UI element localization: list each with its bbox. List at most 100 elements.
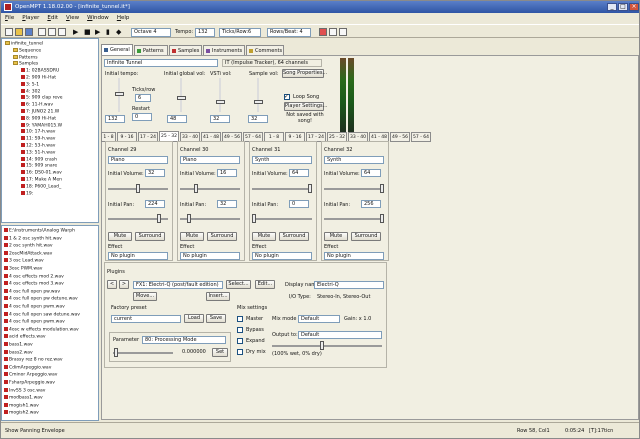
play-pattern-icon[interactable]: ▶ — [95, 28, 100, 37]
effect-plugin-select[interactable]: No plugin — [252, 252, 312, 260]
tree-item[interactable]: 18: P600_Lead_ — [21, 183, 61, 190]
parameter-slider[interactable] — [114, 348, 118, 357]
sample-vol-slider[interactable] — [254, 100, 263, 104]
ticks-row-field[interactable]: 6 — [135, 94, 151, 102]
channel-volume-slider[interactable] — [380, 184, 384, 193]
file-item[interactable]: 4 osc full open pwm.wav — [4, 319, 65, 326]
surround-button[interactable]: Surround — [135, 232, 165, 241]
prev-plugin-button[interactable]: < — [107, 280, 117, 289]
file-item[interactable]: E:\Instruments\Analog Warph — [4, 228, 75, 235]
file-item[interactable]: 4 osc effects mod 3.wav — [4, 281, 64, 288]
ticks-field[interactable]: Ticks/Row:6 — [219, 28, 261, 37]
octave-field[interactable]: Octave 4 — [131, 28, 171, 37]
tree-item[interactable]: 3: 5-1 — [21, 81, 39, 88]
tree-item[interactable]: 4: 302 — [21, 88, 40, 95]
tree-item[interactable]: 13: 51-h.wav — [21, 149, 55, 156]
set-parameter-button[interactable]: Set — [212, 348, 228, 357]
tree-item[interactable]: Samples — [13, 61, 38, 67]
settings-icon[interactable] — [339, 28, 347, 36]
preset-select[interactable]: current — [111, 315, 181, 323]
channel-pan-field[interactable]: 224 — [145, 200, 165, 208]
song-name-field[interactable]: Infinite Tunnel — [104, 59, 218, 67]
tree-item[interactable]: 2: 909 Hi-Hat — [21, 75, 56, 81]
tree-item[interactable]: 1: 02BASSDRU — [21, 68, 59, 74]
tree-item[interactable]: Patterns — [13, 54, 38, 61]
tree-item[interactable]: 15: 909 snare — [21, 163, 57, 169]
insert-plugin-button[interactable]: Insert... — [206, 292, 230, 301]
tree-item[interactable]: Sequence — [13, 47, 41, 54]
restart-field[interactable]: 0 — [132, 113, 152, 121]
cut-icon[interactable] — [38, 28, 46, 36]
edit-plugin-button[interactable]: Edit... — [255, 280, 275, 289]
channel-tab[interactable]: 49 - 56 — [390, 132, 410, 142]
tempo-value-field[interactable]: 132 — [105, 115, 125, 123]
surround-button[interactable]: Surround — [351, 232, 381, 241]
tree-item[interactable]: 9: YAMAH015.W — [21, 122, 62, 129]
mute-button[interactable]: Mute — [108, 232, 132, 241]
surround-button[interactable]: Surround — [279, 232, 309, 241]
load-preset-button[interactable]: Load — [184, 314, 204, 323]
copy-icon[interactable] — [48, 28, 56, 36]
minimize-button[interactable]: _ — [607, 3, 617, 11]
file-item[interactable]: acid effects.wav — [4, 334, 46, 341]
save-icon[interactable] — [25, 28, 33, 36]
menu-player[interactable]: Player — [18, 13, 43, 24]
tree-item[interactable]: 6: 11-H.wav — [21, 102, 53, 108]
file-item[interactable]: 1 & 2 osc synth hit.wav — [4, 235, 62, 243]
menu-help[interactable]: Help — [113, 13, 134, 24]
maximize-button[interactable]: □ — [618, 3, 628, 11]
file-item[interactable]: Brassy rez 8 no rez.wav — [4, 357, 63, 364]
channel-name-field[interactable]: Synth — [324, 156, 384, 164]
next-plugin-button[interactable]: > — [119, 280, 129, 289]
wet-dry-slider[interactable] — [320, 341, 324, 350]
tree-item[interactable]: 7: JUNO2 21.W — [21, 109, 59, 115]
channel-name-field[interactable]: Piano — [108, 156, 168, 164]
file-item[interactable]: 4 osc full open pw detune.wav — [4, 296, 78, 303]
tempo-slider[interactable] — [115, 92, 124, 96]
master-checkbox[interactable] — [237, 316, 243, 322]
tree-item[interactable]: 10: 17-h.wav — [21, 129, 55, 135]
menu-file[interactable]: File — [1, 13, 18, 24]
tree-item[interactable]: 14: 909 crash — [21, 156, 57, 163]
file-item[interactable]: mogish2.wav — [4, 410, 39, 417]
file-item[interactable]: 2 osc synth hit.wav — [4, 243, 53, 250]
file-item[interactable]: 4 osc full open pw.wav — [4, 288, 60, 296]
channel-volume-slider[interactable] — [194, 184, 198, 193]
file-item[interactable]: FsharpArpeggio.wav — [4, 380, 55, 387]
tree-item[interactable]: infinite_tunnel — [5, 41, 43, 47]
file-item[interactable]: 3osc PWM.wav — [4, 266, 42, 273]
new-file-icon[interactable] — [5, 28, 13, 36]
file-item[interactable]: mogish1.wav — [4, 402, 39, 410]
tree-item[interactable]: 5: 909 clap reve — [21, 95, 63, 101]
channel-volume-field[interactable]: 32 — [145, 169, 165, 177]
mute-button[interactable]: Mute — [180, 232, 204, 241]
channel-volume-field[interactable]: 64 — [361, 169, 381, 177]
file-item[interactable]: 4 osc effects mod 2.wav — [4, 273, 64, 281]
tab-general[interactable]: General — [101, 44, 133, 55]
channel-pan-field[interactable]: 256 — [361, 200, 381, 208]
tree-item[interactable]: 17: Make A Men — [21, 177, 62, 183]
menu-edit[interactable]: Edit — [43, 13, 62, 24]
mix-mode-select[interactable]: Default — [298, 315, 340, 323]
pattern-icon[interactable] — [329, 28, 337, 36]
play-icon[interactable]: ▶ — [73, 28, 78, 37]
record-icon[interactable]: ◆ — [116, 28, 121, 37]
tab-samples[interactable]: Samples — [169, 45, 202, 55]
tab-instruments[interactable]: Instruments — [203, 45, 245, 55]
effect-plugin-select[interactable]: No plugin — [108, 252, 168, 260]
file-item[interactable]: 4 osc full open pwm.wav — [4, 304, 65, 311]
channel-pan-field[interactable]: 0 — [289, 200, 309, 208]
tab-patterns[interactable]: Patterns — [134, 45, 168, 55]
mute-button[interactable]: Mute — [324, 232, 348, 241]
channel-tab[interactable]: 57 - 64 — [411, 132, 431, 142]
channel-volume-slider[interactable] — [136, 184, 140, 193]
file-browser[interactable]: E:\Instruments\Analog Warph 1 & 2 osc syn… — [1, 225, 99, 421]
file-item[interactable]: InvSS 3 osc.wav — [4, 387, 45, 395]
channel-pan-slider[interactable] — [252, 214, 256, 223]
save-preset-button[interactable]: Save — [206, 314, 226, 323]
tree-item[interactable]: 16: DS0-01.wav — [21, 170, 62, 176]
select-plugin-button[interactable]: Select... — [226, 280, 251, 289]
channel-name-field[interactable]: Piano — [180, 156, 240, 164]
tree-item[interactable]: 11: S9-h.wav — [21, 136, 55, 142]
menu-window[interactable]: Window — [83, 13, 113, 24]
